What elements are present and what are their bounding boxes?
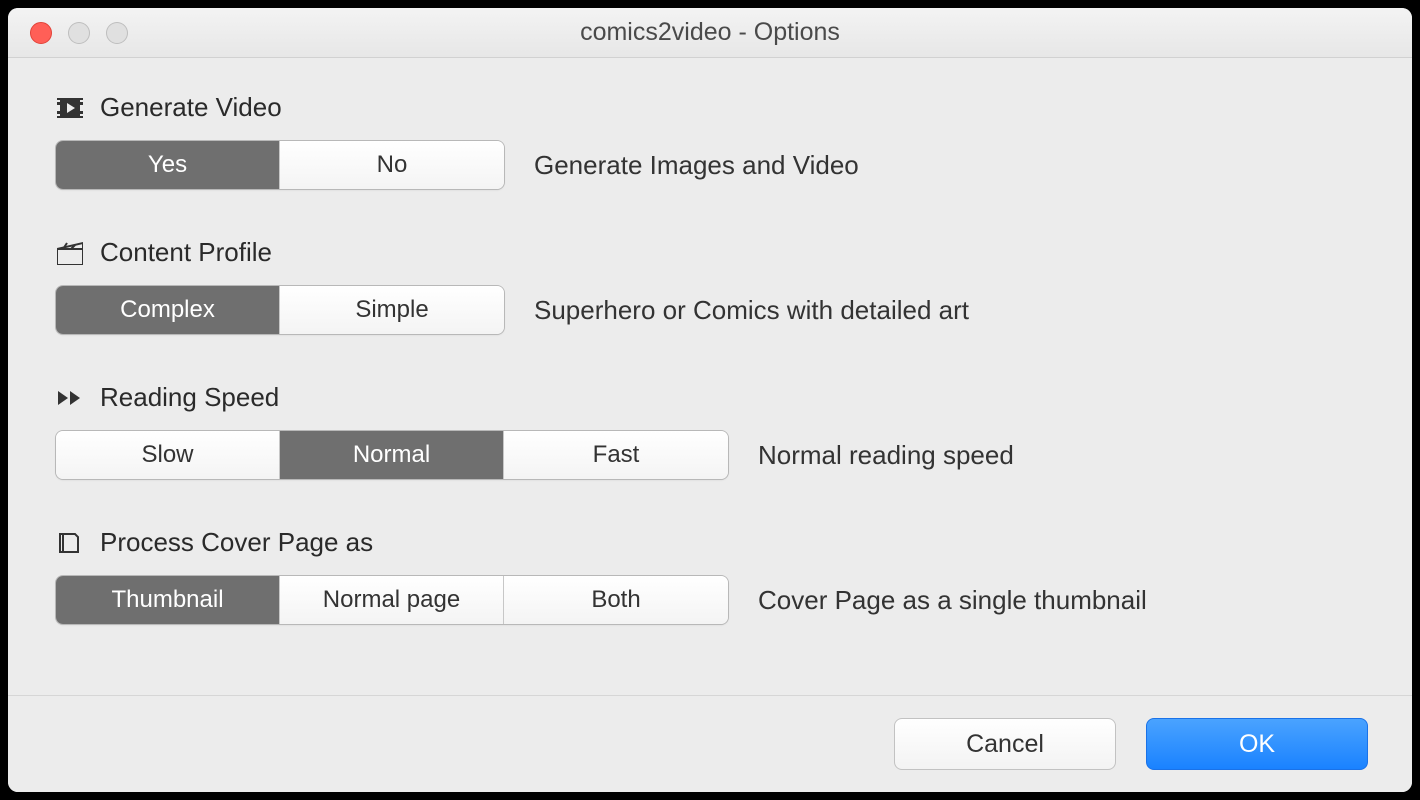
cancel-button[interactable]: Cancel [894, 718, 1116, 770]
close-window-button[interactable] [30, 22, 52, 44]
generate-video-segmented: Yes No [56, 141, 504, 189]
cover-page-normal[interactable]: Normal page [280, 576, 504, 624]
window-title: comics2video - Options [8, 18, 1412, 47]
section-header: Reading Speed [56, 382, 1364, 413]
minimize-window-button[interactable] [68, 22, 90, 44]
section-header: Content Profile [56, 237, 1364, 268]
section-body: Thumbnail Normal page Both Cover Page as… [56, 576, 1364, 624]
section-header: Generate Video [56, 92, 1364, 123]
section-header: Process Cover Page as [56, 527, 1364, 558]
reading-speed-fast[interactable]: Fast [504, 431, 728, 479]
cover-page-both[interactable]: Both [504, 576, 728, 624]
section-reading-speed: Reading Speed Slow Normal Fast Normal re… [56, 382, 1364, 479]
section-body: Slow Normal Fast Normal reading speed [56, 431, 1364, 479]
section-content-profile: Content Profile Complex Simple Superhero… [56, 237, 1364, 334]
content-profile-complex[interactable]: Complex [56, 286, 280, 334]
section-title: Content Profile [100, 237, 272, 268]
generate-video-yes[interactable]: Yes [56, 141, 280, 189]
section-generate-video: Generate Video Yes No Generate Images an… [56, 92, 1364, 189]
book-icon [56, 529, 84, 557]
section-body: Yes No Generate Images and Video [56, 141, 1364, 189]
cover-page-description: Cover Page as a single thumbnail [758, 585, 1147, 616]
section-title: Generate Video [100, 92, 282, 123]
window-controls [30, 22, 128, 44]
section-cover-page: Process Cover Page as Thumbnail Normal p… [56, 527, 1364, 624]
content-profile-simple[interactable]: Simple [280, 286, 504, 334]
fast-forward-icon [56, 384, 84, 412]
cover-page-thumbnail[interactable]: Thumbnail [56, 576, 280, 624]
dialog-content: Generate Video Yes No Generate Images an… [8, 58, 1412, 695]
clapperboard-icon [56, 239, 84, 267]
generate-video-description: Generate Images and Video [534, 150, 859, 181]
content-profile-description: Superhero or Comics with detailed art [534, 295, 969, 326]
section-title: Process Cover Page as [100, 527, 373, 558]
video-icon [56, 94, 84, 122]
generate-video-no[interactable]: No [280, 141, 504, 189]
reading-speed-normal[interactable]: Normal [280, 431, 504, 479]
reading-speed-description: Normal reading speed [758, 440, 1014, 471]
dialog-footer: Cancel OK [8, 695, 1412, 792]
content-profile-segmented: Complex Simple [56, 286, 504, 334]
reading-speed-segmented: Slow Normal Fast [56, 431, 728, 479]
ok-button[interactable]: OK [1146, 718, 1368, 770]
section-title: Reading Speed [100, 382, 279, 413]
section-body: Complex Simple Superhero or Comics with … [56, 286, 1364, 334]
reading-speed-slow[interactable]: Slow [56, 431, 280, 479]
options-dialog: comics2video - Options Generate Video Ye… [8, 8, 1412, 792]
titlebar: comics2video - Options [8, 8, 1412, 58]
cover-page-segmented: Thumbnail Normal page Both [56, 576, 728, 624]
maximize-window-button[interactable] [106, 22, 128, 44]
